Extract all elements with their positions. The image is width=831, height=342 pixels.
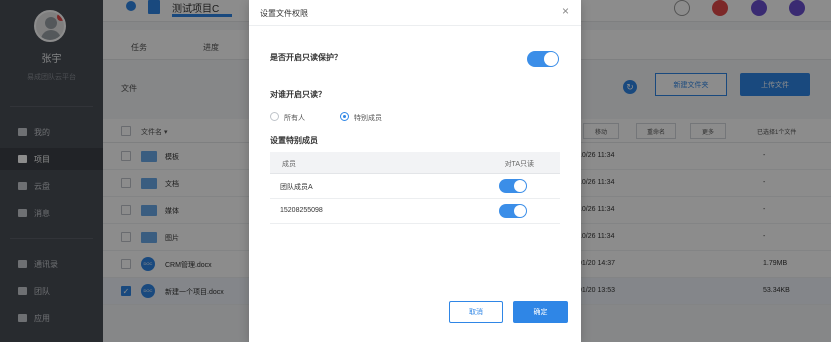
member-row: 团队成员A bbox=[270, 174, 560, 199]
cancel-button[interactable]: 取消 bbox=[449, 301, 503, 323]
close-icon[interactable]: × bbox=[562, 4, 569, 18]
toggle-knob bbox=[514, 205, 526, 217]
radio-special[interactable] bbox=[340, 112, 349, 121]
readonly-toggle[interactable] bbox=[527, 51, 559, 67]
members-table-header: 成员 对TA只读 bbox=[270, 152, 560, 174]
toggle-knob bbox=[514, 180, 526, 192]
member-row: 15208255098 bbox=[270, 199, 560, 224]
radio-all-label[interactable]: 所有人 bbox=[284, 113, 305, 123]
dialog-title: 设置文件权限 bbox=[260, 9, 308, 18]
radio-all[interactable] bbox=[270, 112, 279, 121]
special-members-title: 设置特别成员 bbox=[270, 136, 318, 145]
who-question: 对谁开启只读？ bbox=[270, 90, 326, 99]
member-name: 团队成员A bbox=[280, 184, 313, 191]
col-member: 成员 bbox=[282, 161, 296, 168]
toggle-knob bbox=[544, 52, 558, 66]
member-readonly-toggle[interactable] bbox=[499, 179, 527, 193]
radio-special-label[interactable]: 特别成员 bbox=[354, 113, 382, 123]
readonly-question: 是否开启只读保护？ bbox=[270, 53, 342, 62]
col-readonly: 对TA只读 bbox=[504, 161, 534, 168]
permission-dialog: 设置文件权限 × 是否开启只读保护？ 对谁开启只读？ 所有人 特别成员 设置特别… bbox=[249, 0, 581, 342]
member-readonly-toggle[interactable] bbox=[499, 204, 527, 218]
confirm-button[interactable]: 确定 bbox=[513, 301, 568, 323]
member-name: 15208255098 bbox=[280, 207, 323, 214]
dialog-header: 设置文件权限 × bbox=[249, 0, 581, 26]
